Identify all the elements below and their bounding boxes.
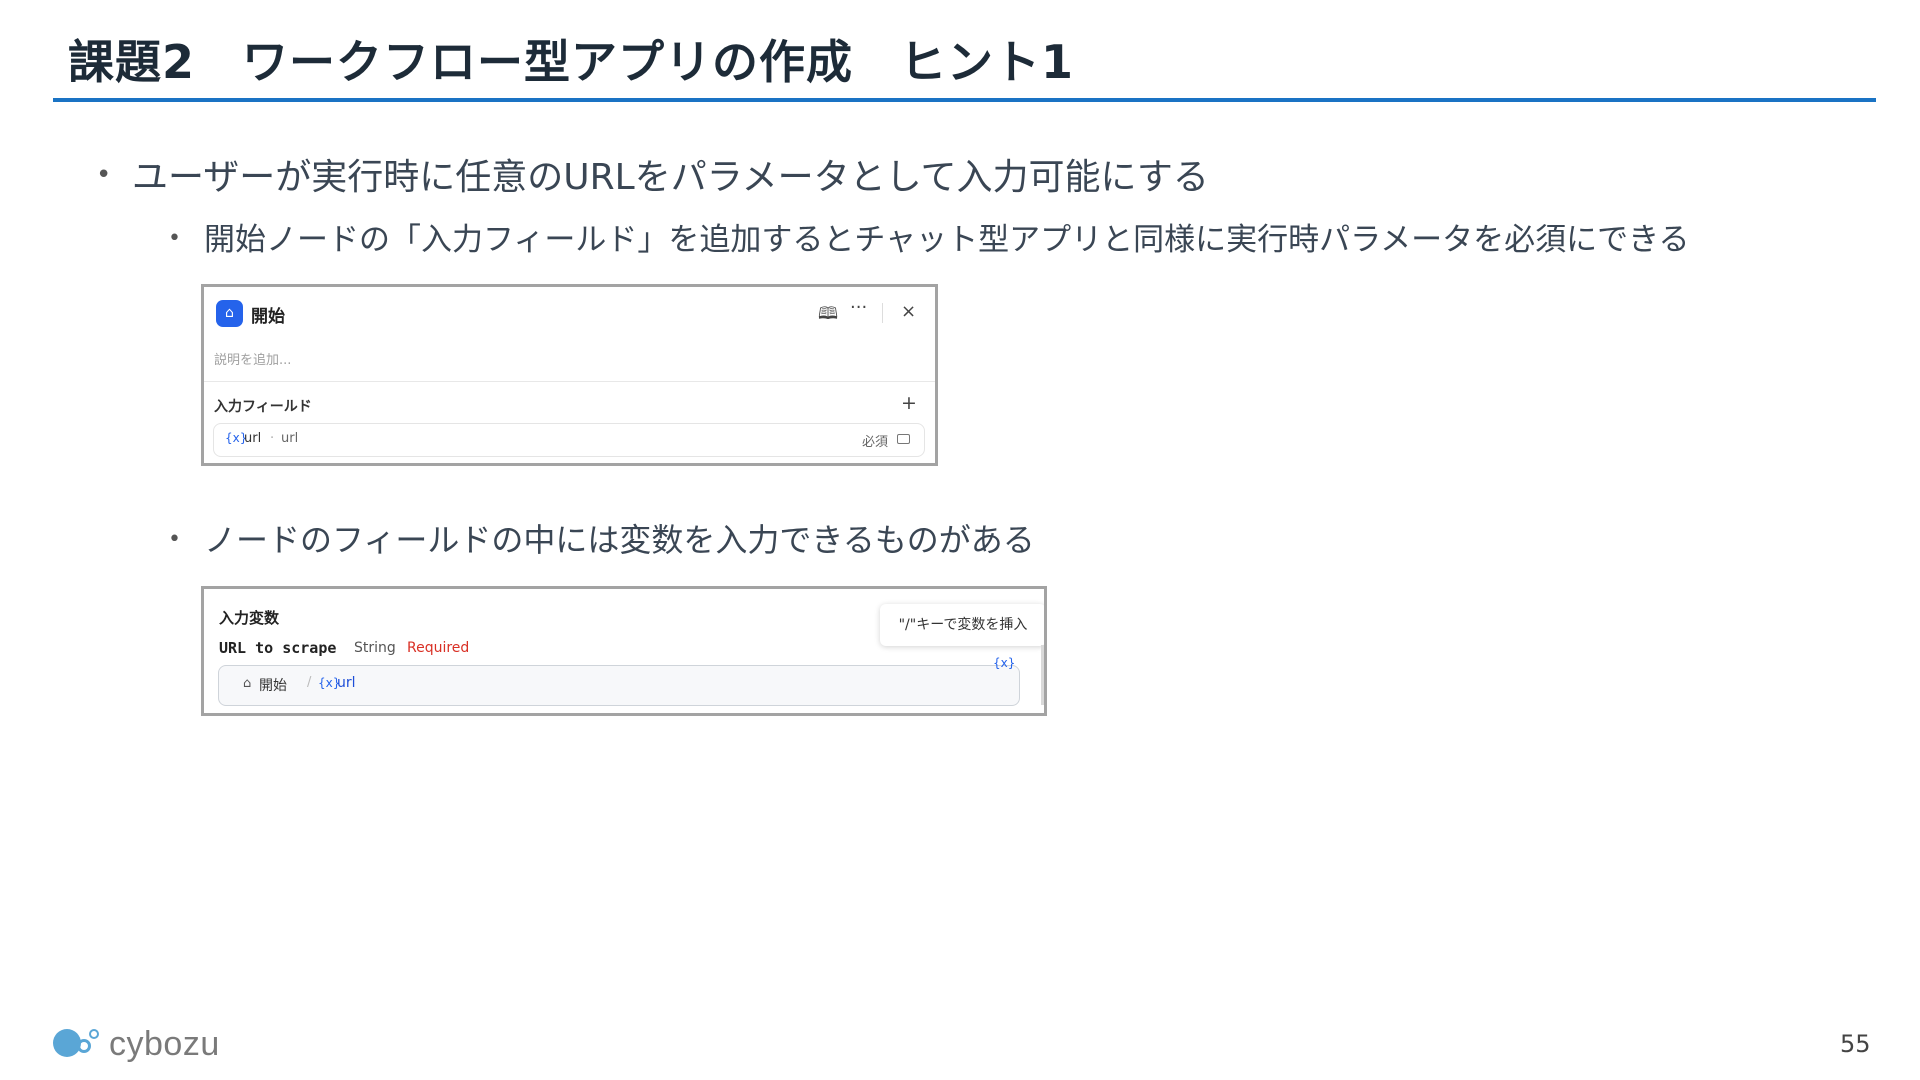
reference-separator: / [307, 675, 312, 690]
bullet-dot: • [168, 226, 181, 251]
page-number: 55 [1840, 1030, 1871, 1058]
bullet-text: ノードのフィールドの中には変数を入力できるものがある [204, 521, 1035, 559]
bullet-text: ユーザーが実行時に任意のURLをパラメータとして入力可能にする [132, 157, 1209, 198]
close-icon[interactable]: × [901, 301, 916, 322]
insert-variable-tooltip: "/"キーで変数を挿入 [880, 604, 1044, 646]
edit-icon[interactable] [897, 434, 910, 444]
required-badge: 必須 [862, 435, 889, 450]
field-label: url [281, 431, 299, 446]
section-divider [204, 381, 935, 382]
bullet-item-1: • ユーザーが実行時に任意のURLをパラメータとして入力可能にする [96, 148, 1209, 200]
plus-icon[interactable]: + [901, 392, 917, 414]
bullet-text: 開始ノードの「入力フィールド」を追加するとチャット型アプリと同様に実行時パラメー… [204, 222, 1690, 258]
start-node-screenshot: ⌂ 開始 🕮 ··· × 説明を追加... 入力フィールド + {x} url … [201, 284, 938, 466]
input-fields-heading: 入力フィールド [214, 399, 312, 415]
variable-type: String [354, 640, 396, 656]
input-variables-heading: 入力変数 [219, 609, 280, 627]
variable-name: URL to scrape [219, 639, 337, 657]
title-divider [53, 98, 1876, 102]
reference-node: 開始 [259, 678, 287, 694]
input-variable-screenshot: 入力変数 URL to scrape String Required "/"キー… [201, 586, 1047, 716]
field-name: url [244, 431, 262, 446]
node-title: 開始 [251, 307, 285, 327]
book-icon[interactable]: 🕮 [818, 301, 838, 330]
bullet-dot: • [96, 160, 112, 190]
reference-variable: url [337, 675, 356, 691]
variable-reference-input[interactable]: ⌂ 開始 / {x} url [218, 665, 1020, 706]
description-input[interactable]: 説明を追加... [214, 349, 291, 368]
logo-mark [89, 1029, 99, 1039]
logo-text: cybozu [109, 1025, 220, 1063]
slide-title: 課題2 ワークフロー型アプリの作成 ヒント1 [68, 35, 1075, 89]
home-icon: ⌂ [216, 300, 243, 327]
field-separator: · [270, 431, 275, 446]
bullet-dot: • [168, 527, 181, 552]
logo-mark [77, 1039, 91, 1053]
header-divider [882, 303, 883, 323]
required-label: Required [407, 640, 470, 656]
bullet-item-2: • 開始ノードの「入力フィールド」を追加するとチャット型アプリと同様に実行時パラメ… [168, 214, 1690, 259]
home-icon: ⌂ [243, 676, 252, 691]
input-field-row[interactable]: {x} url · url 必須 [213, 423, 925, 457]
bullet-item-3: • ノードのフィールドの中には変数を入力できるものがある [168, 515, 1035, 561]
insert-variable-icon[interactable]: {x} [993, 656, 1015, 670]
cybozu-logo: cybozu [53, 1025, 219, 1065]
more-icon[interactable]: ··· [850, 297, 867, 318]
scrollbar[interactable] [1041, 645, 1044, 705]
